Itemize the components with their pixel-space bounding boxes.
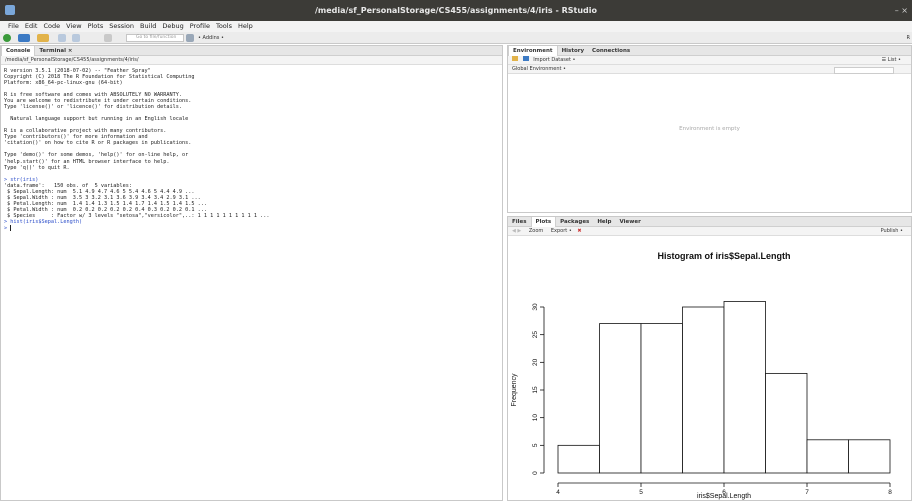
go-to-file-input[interactable]: Go to file/function (126, 34, 184, 42)
x-axis-label: iris$Sepal.Length (697, 493, 751, 500)
console-tabbar: Console Terminal × (1, 46, 502, 56)
menu-help[interactable]: Help (235, 21, 256, 32)
y-tick-label: 25 (532, 331, 539, 339)
tab-help[interactable]: Help (593, 217, 615, 227)
y-tick-label: 5 (532, 443, 539, 447)
menu-session[interactable]: Session (106, 21, 137, 32)
save-icon[interactable] (58, 34, 66, 42)
text-cursor (10, 224, 12, 231)
y-tick-label: 20 (532, 358, 539, 366)
menu-profile[interactable]: Profile (187, 21, 213, 32)
export-button[interactable]: Export • (551, 228, 572, 234)
console-prompt: > (4, 224, 12, 232)
save-workspace-icon[interactable] (522, 56, 529, 61)
tab-connections[interactable]: Connections (588, 46, 634, 56)
new-file-icon[interactable] (3, 34, 11, 42)
window-controls[interactable]: – × (895, 0, 908, 21)
histogram-bar (765, 372, 808, 474)
list-view-toggle[interactable]: ☰ List • (882, 56, 901, 65)
global-environment-dropdown[interactable]: Global Environment • (512, 66, 566, 72)
menu-view[interactable]: View (63, 21, 84, 32)
plot-canvas: Histogram of iris$Sepal.Length 0 5 10 15 20 25… (508, 237, 911, 500)
x-tick-label: 5 (639, 489, 643, 496)
zoom-button[interactable]: Zoom (529, 228, 543, 234)
histogram-bar (640, 323, 683, 474)
histogram-bar (682, 306, 725, 474)
x-tick-label: 7 (805, 489, 809, 496)
histogram-chart: Histogram of iris$Sepal.Length 0 5 10 15 20 25… (511, 251, 892, 500)
load-workspace-icon[interactable] (512, 56, 518, 61)
main-toolbar: Go to file/function • Addins • R (0, 32, 912, 44)
tab-viewer[interactable]: Viewer (615, 217, 644, 227)
menu-debug[interactable]: Debug (159, 21, 186, 32)
open-file-icon[interactable] (37, 34, 49, 42)
window-title: /media/sf_PersonalStorage/CS455/assignme… (315, 6, 597, 15)
environment-pane: Environment History Connections Import Dat… (507, 45, 912, 213)
y-tick-label: 15 (532, 386, 539, 394)
x-tick-label: 8 (888, 489, 892, 496)
window-titlebar: /media/sf_PersonalStorage/CS455/assignme… (0, 0, 912, 21)
menu-bar: File Edit Code View Plots Session Build Debug Pr… (0, 21, 912, 32)
env-search-input[interactable] (834, 67, 894, 74)
publish-button[interactable]: Publish • (881, 227, 903, 236)
x-tick-label: 4 (556, 489, 560, 496)
print-icon[interactable] (104, 34, 112, 42)
tab-console[interactable]: Console (1, 46, 36, 56)
new-project-icon[interactable] (18, 34, 30, 42)
plots-pane: Files Plots Packages Help Viewer ◀ ▶ Zoom Ex… (507, 216, 912, 501)
menu-plots[interactable]: Plots (85, 21, 107, 32)
addins-menu[interactable]: • Addins • (198, 34, 224, 42)
chart-title: Histogram of iris$Sepal.Length (657, 251, 790, 261)
env-tabbar: Environment History Connections (508, 46, 911, 56)
console-output[interactable]: R version 3.5.1 (2018-07-02) -- "Feather… (4, 68, 500, 500)
y-tick-label: 10 (532, 414, 539, 422)
plots-tabbar: Files Plots Packages Help Viewer (508, 217, 911, 227)
menu-code[interactable]: Code (40, 21, 63, 32)
menu-file[interactable]: File (0, 21, 22, 32)
menu-tools[interactable]: Tools (213, 21, 235, 32)
env-toolbar: Import Dataset • ☰ List • (508, 56, 911, 65)
histogram-bar (723, 301, 766, 474)
tab-terminal[interactable]: Terminal × (35, 46, 76, 56)
project-menu[interactable]: R (907, 34, 910, 42)
previous-plot-icon[interactable]: ◀ ▶ (512, 228, 521, 234)
environment-empty-message: Environment is empty (679, 126, 740, 132)
remove-plot-icon[interactable]: ✖ (577, 228, 581, 234)
menu-build[interactable]: Build (137, 21, 159, 32)
histogram-bar (806, 439, 849, 474)
menu-edit[interactable]: Edit (22, 21, 41, 32)
y-tick-label: 0 (532, 471, 539, 475)
tab-files[interactable]: Files (508, 217, 531, 227)
import-dataset-button[interactable]: Import Dataset • (533, 57, 575, 63)
tab-environment[interactable]: Environment (508, 46, 558, 56)
y-tick-label: 30 (532, 303, 539, 311)
console-working-directory: /media/sf_PersonalStorage/CS455/assignme… (1, 56, 502, 65)
console-pane: Console Terminal × /media/sf_PersonalStor… (0, 45, 503, 501)
tab-packages[interactable]: Packages (556, 217, 593, 227)
histogram-bar (557, 444, 600, 474)
tab-history[interactable]: History (558, 46, 588, 56)
pane-layout-icon[interactable] (186, 34, 194, 42)
tab-plots[interactable]: Plots (530, 217, 557, 227)
save-all-icon[interactable] (72, 34, 80, 42)
y-axis-label: Frequency (511, 373, 518, 407)
plots-toolbar: ◀ ▶ Zoom Export • ✖ Publish • (508, 227, 911, 236)
histogram-bar (848, 439, 891, 474)
histogram-bar (599, 323, 642, 474)
